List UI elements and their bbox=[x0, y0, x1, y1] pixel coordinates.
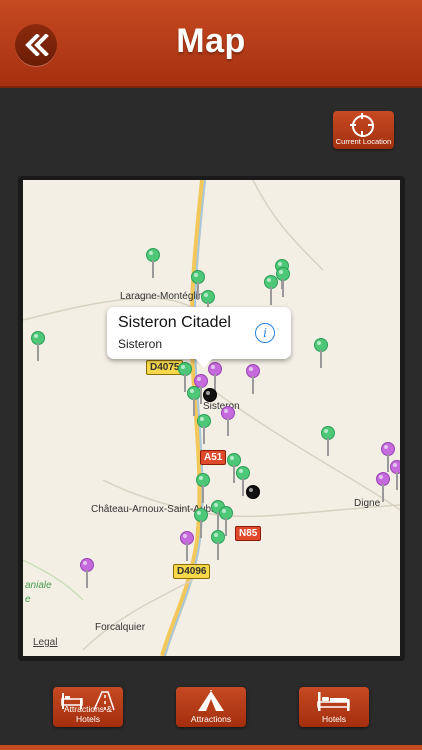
info-icon[interactable]: i bbox=[255, 323, 275, 343]
map-town: aniale bbox=[25, 580, 52, 591]
crosshair-tick bbox=[368, 124, 374, 126]
map-town: Digne bbox=[354, 498, 381, 509]
hotel-pin[interactable] bbox=[194, 374, 208, 404]
attraction-pin[interactable] bbox=[201, 290, 215, 320]
attraction-pin[interactable] bbox=[276, 267, 290, 297]
crosshair-tick bbox=[361, 113, 363, 119]
attraction-pin[interactable] bbox=[187, 386, 201, 416]
selected-pin[interactable] bbox=[203, 388, 217, 402]
hotel-pin[interactable] bbox=[80, 558, 94, 588]
road-badge: D4096 bbox=[173, 564, 211, 579]
legal-link[interactable]: Legal bbox=[33, 637, 57, 648]
attraction-pin[interactable] bbox=[314, 338, 328, 368]
page-title: Map bbox=[176, 22, 246, 60]
hotel-pin[interactable] bbox=[381, 442, 395, 472]
callout-subtitle: Sisteron bbox=[118, 337, 163, 351]
attraction-pin[interactable] bbox=[194, 508, 208, 538]
hotel-pin[interactable] bbox=[390, 460, 400, 490]
tab-label: Hotels bbox=[321, 714, 347, 724]
attraction-pin[interactable] bbox=[178, 362, 192, 392]
attraction-pin[interactable] bbox=[197, 414, 211, 444]
hotel-pin[interactable] bbox=[221, 406, 235, 436]
map-town: Forcalquier bbox=[95, 622, 146, 633]
selected-pin[interactable] bbox=[246, 485, 260, 499]
tent-icon bbox=[198, 690, 224, 711]
bed-icon bbox=[317, 692, 350, 711]
tab-attractions[interactable]: Attractions bbox=[176, 687, 246, 727]
attraction-pin[interactable] bbox=[146, 248, 160, 278]
road-badge: A51 bbox=[200, 450, 227, 465]
attraction-pin[interactable] bbox=[196, 473, 210, 503]
map-town: e bbox=[25, 594, 31, 605]
current-location-label: Current Location bbox=[335, 137, 392, 146]
tab-label: Attractions & Hotels bbox=[63, 704, 113, 724]
attraction-pin[interactable] bbox=[321, 426, 335, 456]
attraction-pin[interactable] bbox=[211, 530, 225, 560]
map-callout[interactable]: Sisteron Citadel Sisteron i bbox=[107, 307, 291, 368]
hotel-pin[interactable] bbox=[376, 472, 390, 502]
current-location-button[interactable]: Current Location bbox=[333, 111, 394, 149]
tab-attractions-hotels[interactable]: Attractions & Hotels bbox=[53, 687, 123, 727]
crosshair-tick bbox=[350, 124, 356, 126]
hotel-pin[interactable] bbox=[180, 531, 194, 561]
header-bar: Map bbox=[0, 0, 422, 88]
map-town: Laragne-Montéglin bbox=[120, 291, 204, 302]
attraction-pin[interactable] bbox=[227, 453, 241, 483]
attraction-pin[interactable] bbox=[236, 466, 250, 496]
bottom-toolbar: Attractions & Hotels Attractions Hotels bbox=[0, 672, 422, 750]
map-view[interactable]: Laragne-Montéglin Sisteron Château-Arnou… bbox=[23, 180, 400, 656]
attraction-pin[interactable] bbox=[191, 270, 205, 300]
attraction-pin[interactable] bbox=[219, 506, 233, 536]
callout-arrow bbox=[195, 358, 213, 368]
callout-title: Sisteron Citadel bbox=[118, 314, 231, 331]
road-badge: N85 bbox=[235, 526, 262, 541]
crosshair-icon bbox=[352, 115, 374, 137]
attraction-pin[interactable] bbox=[31, 331, 45, 361]
tab-hotels[interactable]: Hotels bbox=[299, 687, 369, 727]
hotel-pin[interactable] bbox=[246, 364, 260, 394]
map-base bbox=[23, 180, 400, 656]
bottom-accent-line bbox=[0, 745, 422, 750]
tab-label: Attractions bbox=[190, 714, 232, 724]
